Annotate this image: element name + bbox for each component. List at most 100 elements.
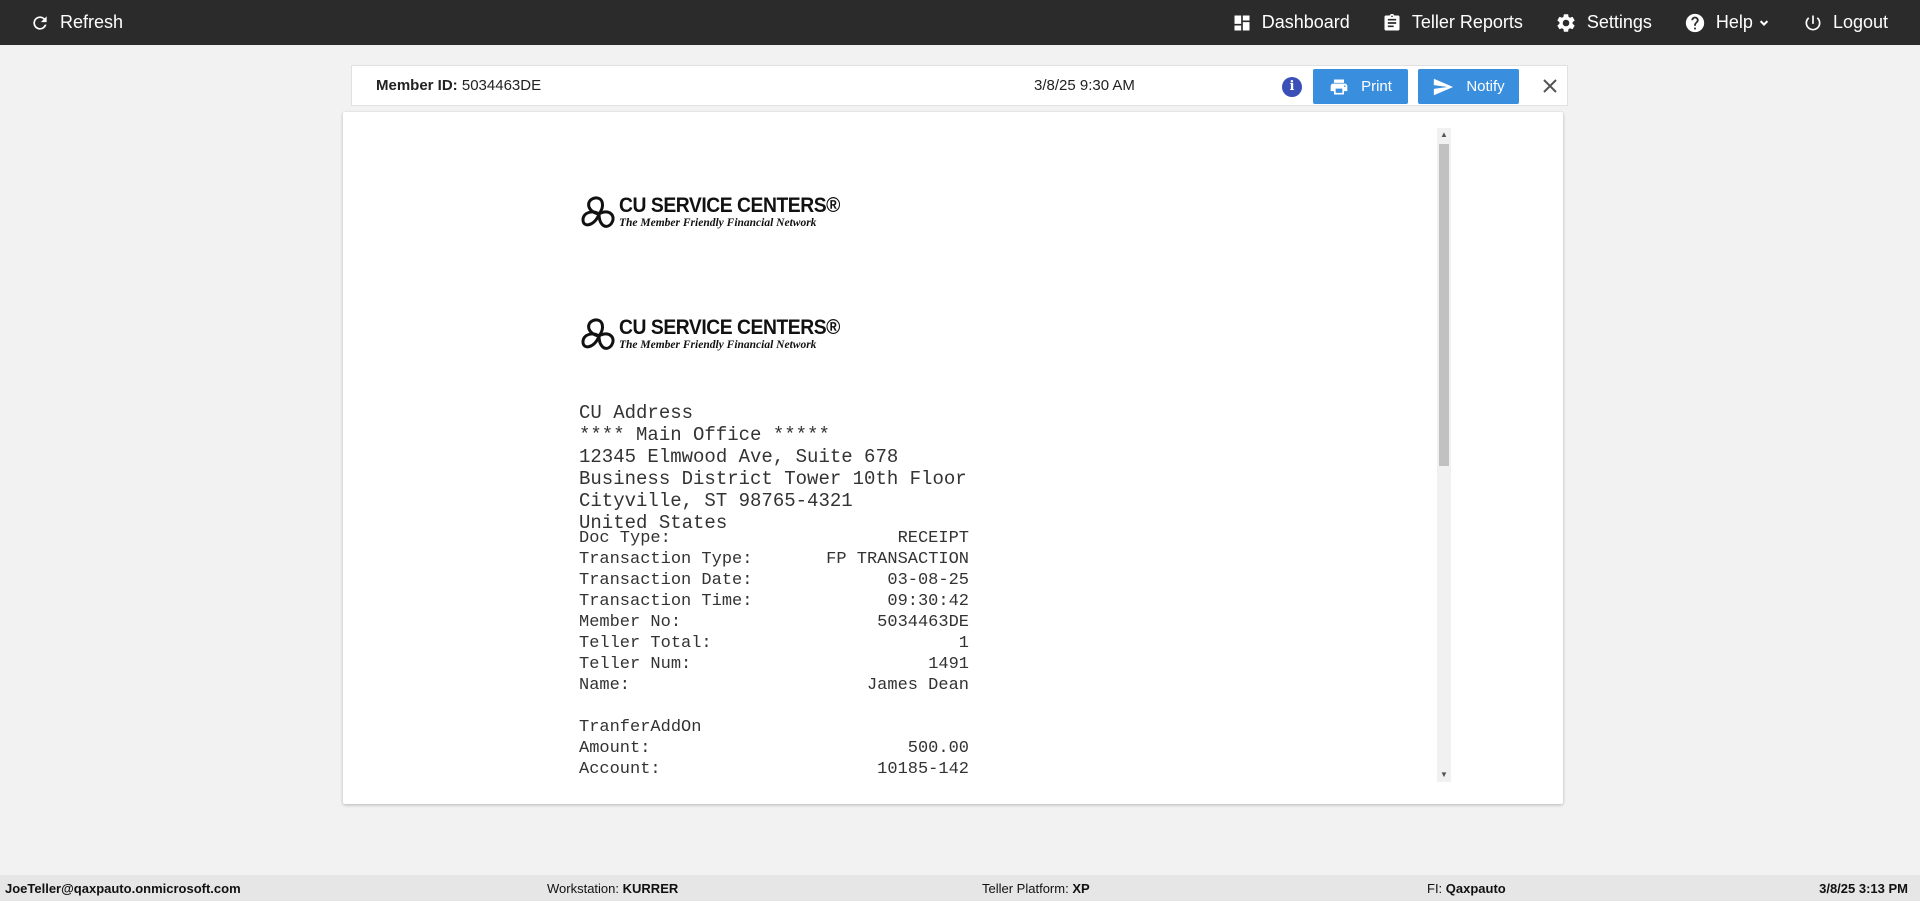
field-label: Doc Type: [579,529,671,548]
nav-dashboard[interactable]: Dashboard [1216,0,1366,45]
status-workstation-value: KURRER [622,881,679,896]
power-icon [1805,15,1821,30]
status-fi: FI: Qaxpauto [1427,881,1506,896]
receipt-row: Amount: 500.00 [579,738,969,759]
nav-help-label: Help [1715,12,1753,32]
field-value: 09:30:42 [887,592,969,611]
close-icon[interactable] [1538,74,1562,98]
status-workstation: Workstation: KURRER [547,881,678,896]
nav-teller-reports[interactable]: Teller Reports [1366,0,1539,45]
receipt-row: Name: James Dean [579,675,969,696]
notify-button[interactable]: Notify [1418,69,1519,104]
nav-logout[interactable]: Logout [1787,0,1920,45]
refresh-button[interactable]: Refresh [30,0,123,45]
receipt-row: Member No: 5034463DE [579,612,969,633]
main-nav: Dashboard Teller Reports Settings Help L… [1216,0,1920,45]
status-user-value: JoeTeller@qaxpauto.onmicrosoft.com [5,881,241,896]
receipt-row: Account: 10185-142 [579,759,969,780]
field-value: James Dean [866,676,969,695]
status-fi-value: Qaxpauto [1445,881,1506,896]
field-label: Transaction Type: [579,550,753,569]
status-datetime-value: 3/8/25 3:13 PM [1819,881,1908,896]
nav-settings-label: Settings [1586,12,1652,32]
address-line: 12345 Elmwood Ave, Suite 678 [579,446,899,468]
scroll-up-arrow-icon[interactable]: ▲ [1437,128,1451,142]
clipboard-icon [1384,13,1400,31]
scroll-down-arrow-icon[interactable]: ▼ [1437,768,1451,782]
field-value: RECEIPT [897,529,969,548]
nav-dashboard-label: Dashboard [1261,12,1350,32]
status-workstation-label: Workstation: [547,881,620,896]
print-label: Print [1361,78,1392,95]
field-value: 1491 [928,655,969,674]
receipt-row: Transaction Type: FP TRANSACTION [579,549,969,570]
cu-logo-mark-icon [581,196,615,228]
field-value: FP TRANSACTION [826,550,969,569]
field-label: Transaction Date: [579,571,753,590]
status-datetime: 3/8/25 3:13 PM [1819,881,1908,896]
receipt-row: Teller Num: 1491 [579,654,969,675]
receipt-row: Teller Total: 1 [579,633,969,654]
refresh-label: Refresh [60,12,124,32]
cu-logo: CU SERVICE CENTERS® The Member Friendly … [579,314,840,358]
field-value: 5034463DE [877,613,969,632]
refresh-icon [33,15,47,30]
status-user: JoeTeller@qaxpauto.onmicrosoft.com [5,881,241,896]
info-icon[interactable]: i [1282,77,1302,97]
document-viewer: CU SERVICE CENTERS® The Member Friendly … [343,112,1563,804]
status-platform-label: Teller Platform: [982,881,1069,896]
member-id: Member ID: 5034463DE [376,77,541,94]
receipt-row: Doc Type: RECEIPT [579,528,969,549]
field-label: Teller Total: [579,634,712,653]
status-bar: JoeTeller@qaxpauto.onmicrosoft.com Works… [0,875,1920,901]
logo-name: CU SERVICE CENTERS® [619,316,840,339]
print-button[interactable]: Print [1313,69,1408,104]
gear-icon [1557,13,1575,32]
field-label: Transaction Time: [579,592,753,611]
field-label: Teller Num: [579,655,692,674]
document-datetime: 3/8/25 9:30 AM [1034,77,1135,94]
printer-icon [1330,79,1348,94]
cu-logo-mark-icon [581,318,615,350]
cu-address: CU Address **** Main Office ***** 12345 … [579,402,967,534]
chevron-down-icon [1759,19,1769,26]
help-icon [1685,13,1705,32]
field-label: Member No: [579,613,682,632]
field-value: 1 [958,634,969,653]
field-value: 10185-142 [877,760,969,779]
logo-tagline: The Member Friendly Financial Network [619,339,817,351]
field-label: Account: [579,760,661,779]
receipt-row: Transaction Date: 03-08-25 [579,570,969,591]
receipt-fields: Doc Type: RECEIPT Transaction Type: FP TRA… [579,528,969,780]
nav-teller-reports-label: Teller Reports [1411,12,1523,32]
address-line: Cityville, ST 98765-4321 [579,490,853,512]
address-line: Business District Tower 10th Floor [579,468,967,490]
logo-tagline: The Member Friendly Financial Network [619,217,817,229]
receipt-row: Transaction Time: 09:30:42 [579,591,969,612]
section-title: TranferAddOn [579,718,702,737]
field-value: 500.00 [907,739,969,758]
cu-logo: CU SERVICE CENTERS® The Member Friendly … [579,192,840,236]
send-icon [1434,78,1454,95]
notify-label: Notify [1466,78,1505,95]
member-header-bar: Member ID: 5034463DE 3/8/25 9:30 AM i Pr… [351,65,1568,106]
field-label: Name: [579,676,631,695]
status-platform-value: XP [1072,881,1090,896]
status-fi-label: FI: [1427,881,1443,896]
document-page: CU SERVICE CENTERS® The Member Friendly … [343,128,1438,804]
nav-settings[interactable]: Settings [1539,0,1668,45]
nav-help[interactable]: Help [1668,0,1787,45]
nav-logout-label: Logout [1832,12,1888,32]
status-platform: Teller Platform: XP [982,881,1090,896]
logo-name: CU SERVICE CENTERS® [619,194,840,217]
address-line: CU Address [579,402,694,424]
member-id-label: Member ID: [376,77,458,94]
scroll-thumb[interactable] [1439,144,1449,466]
field-label: Amount: [579,739,651,758]
top-bar: Refresh Dashboard Teller Reports Setting… [0,0,1920,45]
field-value: 03-08-25 [887,571,969,590]
document-scrollbar[interactable]: ▲ ▼ [1437,128,1451,782]
address-line: **** Main Office ***** [579,424,830,446]
member-id-value: 5034463DE [461,77,542,94]
dashboard-icon [1234,15,1250,30]
